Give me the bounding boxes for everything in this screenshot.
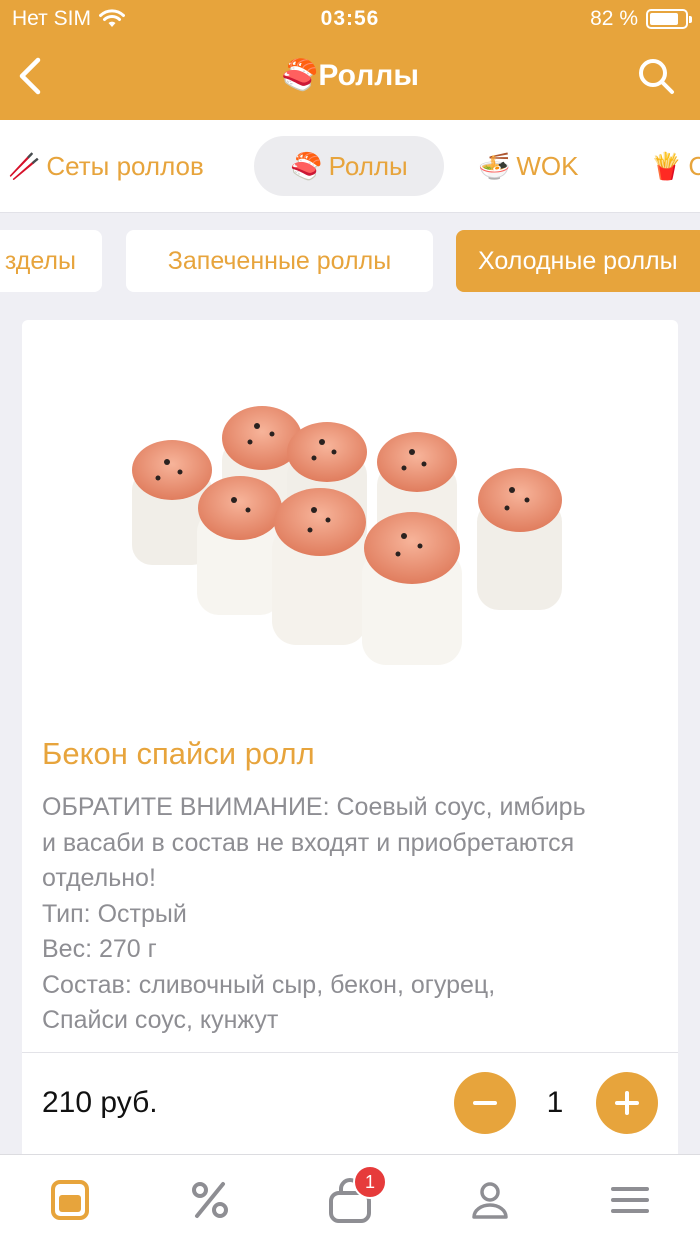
chip-sections[interactable]: зделы <box>0 230 102 292</box>
minus-icon <box>473 1101 497 1105</box>
increase-quantity-button[interactable] <box>596 1072 658 1134</box>
app-header: Нет SIM 03:56 82 % 🍣Роллы <box>0 0 700 120</box>
chip-label: Холодные роллы <box>478 246 678 275</box>
description-line: Вес: 270 г <box>42 935 157 963</box>
tab-label: WOK <box>516 150 579 181</box>
description-line: Спайси соус, кунжут <box>42 1006 279 1034</box>
cart-badge: 1 <box>353 1165 387 1199</box>
discount-icon <box>192 1182 228 1218</box>
battery-icon <box>646 9 692 29</box>
chip-label: Запеченные роллы <box>167 246 392 275</box>
tab-sets[interactable]: 🥢 Сеты роллов <box>8 136 204 196</box>
product-name: Бекон спайси ролл <box>42 736 315 771</box>
menu-icon <box>51 1180 89 1220</box>
product-card[interactable]: Бекон спайси ролл ОБРАТИТЕ ВНИМАНИЕ: Сое… <box>22 320 678 1160</box>
profile-icon <box>472 1182 508 1219</box>
chip-label: зделы <box>4 246 76 275</box>
fries-icon: 🍟 <box>650 150 683 181</box>
tab-discounts[interactable] <box>185 1175 235 1225</box>
description-line: Тип: Острый <box>42 899 187 928</box>
decrease-quantity-button[interactable] <box>454 1072 516 1134</box>
product-description: ОБРАТИТЕ ВНИМАНИЕ: Соевый соус, имбирь и… <box>42 790 662 1039</box>
quantity-value: 1 <box>546 1086 564 1119</box>
tab-menu[interactable] <box>45 1175 95 1225</box>
tab-more[interactable]: 🍟 С <box>650 136 700 196</box>
bottom-tab-bar: 1 <box>0 1154 700 1245</box>
tab-profile[interactable] <box>465 1175 515 1225</box>
hamburger-icon <box>611 1187 649 1213</box>
description-line: и васаби в состав не входят и приобретаю… <box>42 828 575 857</box>
description-line: Состав: сливочный сыр, бекон, огурец, <box>42 970 496 999</box>
page-title: 🍣Роллы <box>281 59 419 92</box>
battery-percent: 82 % <box>590 7 638 30</box>
divider <box>22 1052 678 1053</box>
chopsticks-icon: 🥢 <box>8 150 41 181</box>
tab-cart[interactable]: 1 <box>325 1165 387 1225</box>
description-line: отдельно! <box>42 864 156 892</box>
status-bar: Нет SIM 03:56 82 % <box>0 0 700 38</box>
tab-label: Сеты роллов <box>46 150 204 181</box>
chip-baked-rolls[interactable]: Запеченные роллы <box>126 230 433 292</box>
nav-bar: 🍣Роллы <box>0 38 700 120</box>
subcategory-chips: зделы Запеченные роллы Холодные роллы <box>0 212 700 312</box>
tab-wok[interactable]: 🍜 WOK <box>478 136 578 196</box>
sushi-icon: 🍣 <box>290 150 323 181</box>
tab-rolls[interactable]: 🍣 Роллы <box>254 136 444 196</box>
tab-label: С <box>688 150 700 181</box>
search-icon[interactable] <box>636 56 676 96</box>
product-price: 210 руб. <box>42 1086 158 1119</box>
product-image <box>132 406 562 665</box>
tab-more-menu[interactable] <box>605 1175 655 1225</box>
description-line: ОБРАТИТЕ ВНИМАНИЕ: Соевый соус, имбирь <box>42 793 586 821</box>
category-tabs: 🥢 Сеты роллов 🍣 Роллы 🍜 WOK 🍟 С <box>0 120 700 213</box>
plus-icon <box>615 1091 639 1115</box>
chip-cold-rolls[interactable]: Холодные роллы <box>456 230 700 292</box>
noodles-icon: 🍜 <box>478 150 511 181</box>
tab-label: Роллы <box>328 150 408 181</box>
